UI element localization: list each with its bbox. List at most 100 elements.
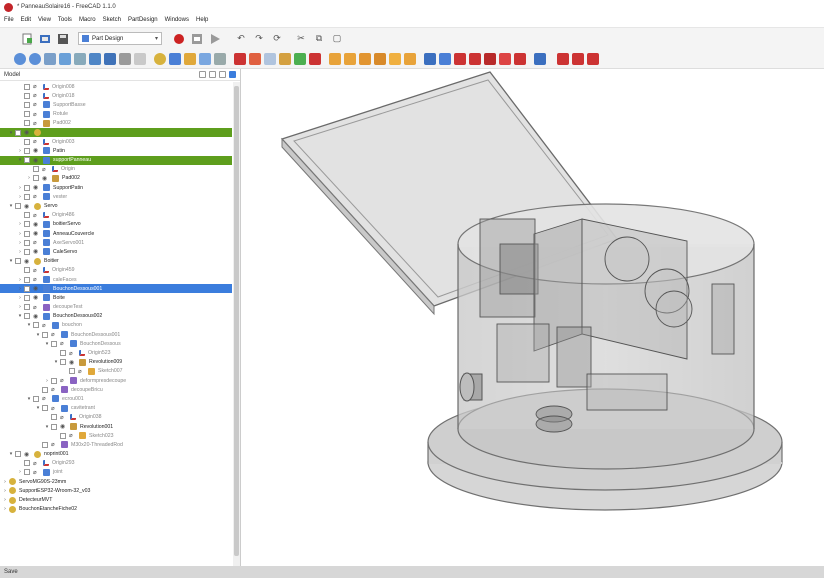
tree-row[interactable]: ▾ ◉ BouchonDessous002 [0, 312, 232, 321]
tree-row[interactable]: ⌀ Origin [0, 165, 232, 174]
hidden-eye-icon[interactable]: ⌀ [33, 101, 41, 108]
tree-checkbox[interactable] [24, 239, 30, 246]
additive-primitive-icon[interactable] [404, 52, 416, 65]
collapse-arrow-icon[interactable]: › [17, 231, 23, 237]
tree-row[interactable]: ▾ ⌀ BouchonDessous001 [0, 330, 232, 339]
side-plug[interactable] [459, 372, 483, 402]
fit-selection-icon[interactable] [29, 52, 41, 65]
visible-eye-icon[interactable]: ◉ [33, 184, 41, 191]
tree-row[interactable]: › ◉ BouchonDessous001 [0, 284, 232, 294]
visible-eye-icon[interactable]: ◉ [42, 175, 50, 182]
multi-transform-icon[interactable] [587, 52, 599, 65]
visible-eye-icon[interactable]: ◉ [33, 313, 41, 320]
create-body-icon[interactable] [169, 52, 181, 65]
collapse-arrow-icon[interactable]: › [44, 378, 50, 384]
visible-eye-icon[interactable]: ◉ [33, 285, 41, 292]
menu-help[interactable]: Help [196, 17, 208, 23]
local-cs-icon[interactable] [309, 52, 321, 65]
hidden-eye-icon[interactable]: ⌀ [51, 331, 59, 338]
hidden-eye-icon[interactable]: ⌀ [42, 395, 50, 402]
collapse-arrow-icon[interactable]: › [2, 506, 8, 512]
sync-view-icon[interactable] [199, 71, 206, 78]
groove-icon[interactable] [454, 52, 466, 65]
tree-checkbox[interactable] [24, 138, 30, 145]
tree-row[interactable]: ▾ ◉ Revolution001 [0, 422, 232, 431]
workbench-selector[interactable]: Part Design ▾ [78, 32, 162, 45]
tree-row[interactable]: › ◉ SupportPatin [0, 183, 232, 192]
tree-row[interactable]: ⌀ Sketch007 [0, 367, 232, 376]
tree-checkbox[interactable] [24, 313, 30, 320]
tree-row[interactable]: › ⌀ decoupeTest [0, 303, 232, 312]
create-sketch-icon[interactable] [184, 52, 196, 65]
open-document-icon[interactable] [38, 32, 52, 46]
visible-eye-icon[interactable]: ◉ [33, 147, 41, 154]
collapse-arrow-icon[interactable]: › [17, 221, 23, 227]
hidden-eye-icon[interactable]: ⌀ [60, 414, 68, 421]
tree-checkbox[interactable] [24, 120, 30, 127]
hidden-eye-icon[interactable]: ⌀ [33, 267, 41, 274]
clone-icon[interactable] [214, 52, 226, 65]
visible-eye-icon[interactable]: ◉ [69, 359, 77, 366]
hidden-eye-icon[interactable]: ⌀ [33, 111, 41, 118]
tree-checkbox[interactable] [51, 340, 57, 347]
tree-checkbox[interactable] [24, 460, 30, 467]
datum-point-icon[interactable] [294, 52, 306, 65]
revolution-icon[interactable] [344, 52, 356, 65]
tree-row[interactable]: › ⌀ vester [0, 192, 232, 201]
menu-tools[interactable]: Tools [58, 17, 72, 23]
tree-checkbox[interactable] [42, 405, 48, 412]
visible-eye-icon[interactable]: ◉ [33, 294, 41, 301]
collapse-arrow-icon[interactable]: › [17, 469, 23, 475]
settings-icon[interactable] [209, 71, 216, 78]
tree-row[interactable]: ▾ ⌀ ecrou001 [0, 394, 232, 403]
view-menu-icon[interactable] [44, 52, 56, 65]
tree-row[interactable]: › ⌀ AxeServo001 [0, 238, 232, 247]
tree-checkbox[interactable] [24, 276, 30, 283]
hidden-eye-icon[interactable]: ⌀ [33, 138, 41, 145]
collapse-arrow-icon[interactable]: › [17, 185, 23, 191]
sub-shape-binder-icon[interactable] [249, 52, 261, 65]
tree-row[interactable]: ▾ ◉ [0, 127, 232, 138]
tree-checkbox[interactable] [24, 304, 30, 311]
hidden-eye-icon[interactable]: ⌀ [51, 386, 59, 393]
visible-eye-icon[interactable]: ◉ [33, 248, 41, 255]
loft-icon[interactable] [359, 52, 371, 65]
tree-checkbox[interactable] [24, 294, 30, 301]
tree-row[interactable]: ⌀ Origin523 [0, 348, 232, 357]
tree-checkbox[interactable] [24, 469, 30, 476]
close-panel-icon[interactable] [229, 71, 236, 78]
hidden-eye-icon[interactable]: ⌀ [51, 405, 59, 412]
tree-row[interactable]: ▾ ◉ noprint001 [0, 450, 232, 459]
expand-arrow-icon[interactable]: ▾ [8, 203, 14, 209]
tree-row[interactable]: ⌀ Rotule [0, 110, 232, 119]
macro-record-icon[interactable] [172, 32, 186, 46]
tree-row[interactable]: ⌀ Origin038 [0, 413, 232, 422]
tree-row[interactable]: › ServoMG90S-23mm [0, 477, 232, 486]
hidden-eye-icon[interactable]: ⌀ [33, 460, 41, 467]
subtractive-helix-icon[interactable] [499, 52, 511, 65]
collapse-arrow-icon[interactable]: › [17, 194, 23, 200]
tree-checkbox[interactable] [60, 359, 66, 366]
menu-edit[interactable]: Edit [21, 17, 31, 23]
tree-row[interactable]: › SupportESP32-Wroom-32_v03 [0, 486, 232, 495]
tree-checkbox[interactable] [24, 147, 30, 154]
linear-pattern-icon[interactable] [557, 52, 569, 65]
expand-arrow-icon[interactable]: ▾ [8, 130, 14, 136]
hidden-eye-icon[interactable]: ⌀ [42, 322, 50, 329]
menu-view[interactable]: View [38, 17, 51, 23]
tree-checkbox[interactable] [33, 395, 39, 402]
tree-checkbox[interactable] [42, 441, 48, 448]
collapse-arrow-icon[interactable]: › [17, 249, 23, 255]
pad-icon[interactable] [329, 52, 341, 65]
macro-play-icon[interactable] [208, 32, 222, 46]
expand-arrow-icon[interactable]: ▾ [35, 332, 41, 338]
fit-all-icon[interactable] [14, 52, 26, 65]
help-whatsthis-icon[interactable] [134, 52, 146, 65]
tree-checkbox[interactable] [24, 92, 30, 99]
3d-model-render[interactable] [242, 69, 824, 566]
tree-row[interactable]: ▾ ◉ Boitier [0, 257, 232, 266]
hidden-eye-icon[interactable]: ⌀ [60, 377, 68, 384]
tree-row[interactable]: › ⌀ caleFaces [0, 275, 232, 284]
tree-row[interactable]: ⌀ Origin003 [0, 137, 232, 146]
tree-row[interactable]: › BouchonEtancheFiche02 [0, 505, 232, 514]
